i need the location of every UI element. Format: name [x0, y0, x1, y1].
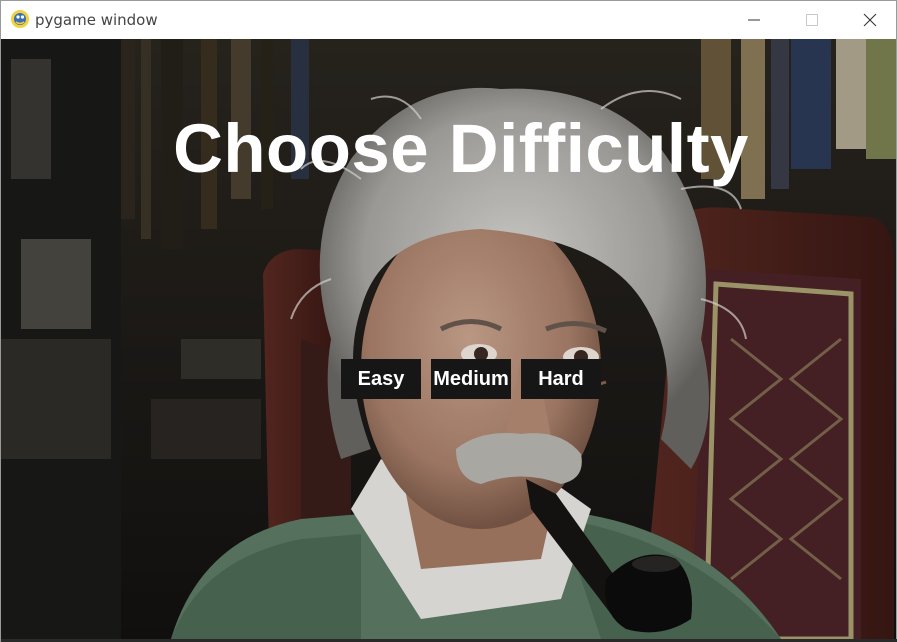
maximize-icon	[806, 14, 818, 26]
close-icon	[863, 13, 877, 27]
easy-button[interactable]: Easy	[341, 359, 421, 399]
pygame-window: pygame window Choose Difficulty Easy Med…	[0, 0, 897, 642]
pygame-snake-icon	[11, 10, 29, 28]
minimize-button[interactable]	[725, 1, 783, 39]
window-title: pygame window	[35, 11, 158, 29]
close-button[interactable]	[841, 1, 897, 39]
game-canvas[interactable]: Choose Difficulty Easy Medium Hard	[1, 39, 896, 639]
hard-button[interactable]: Hard	[521, 359, 601, 399]
minimize-icon	[748, 19, 760, 21]
medium-button[interactable]: Medium	[431, 359, 511, 399]
maximize-button[interactable]	[783, 1, 841, 39]
choose-difficulty-heading: Choose Difficulty	[173, 110, 749, 187]
title-bar[interactable]: pygame window	[1, 1, 896, 39]
